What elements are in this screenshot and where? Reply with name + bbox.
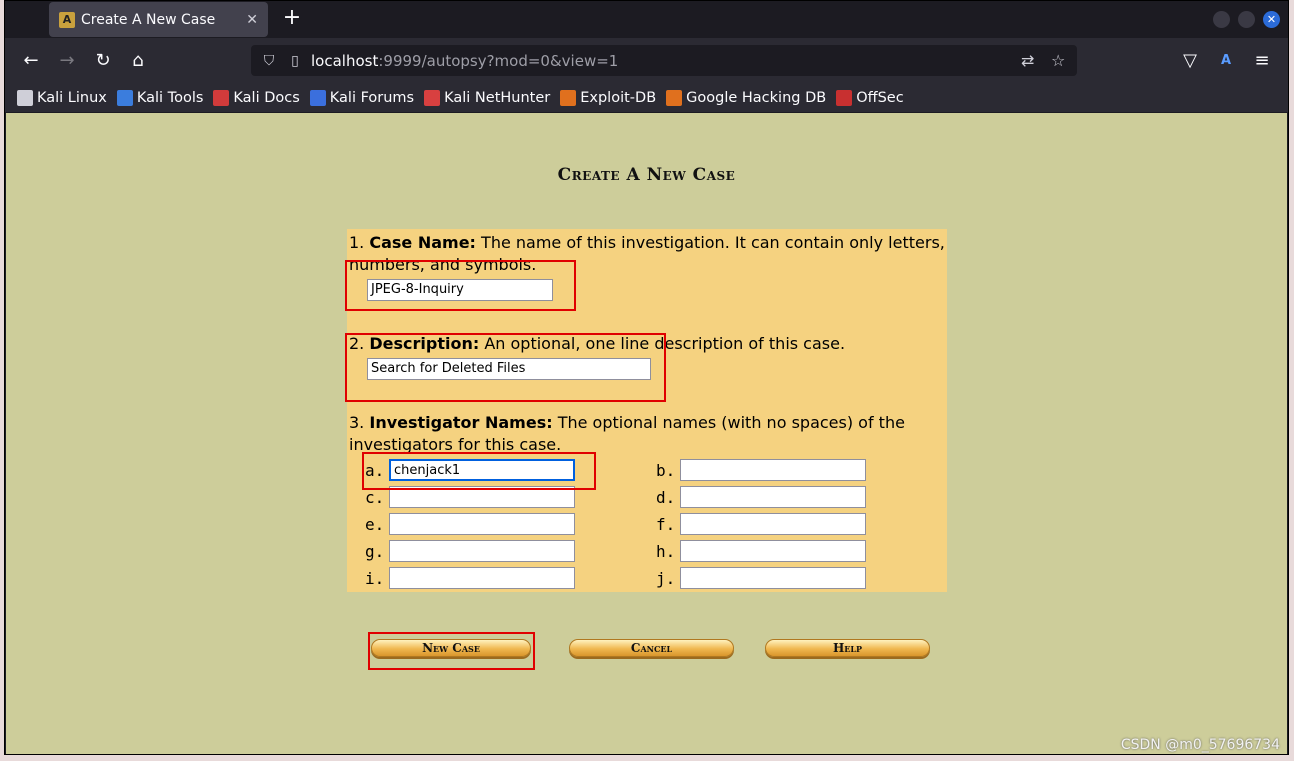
url-bar[interactable]: ⛉ ▯ localhost:9999/autopsy?mod=0&view=1 … (251, 45, 1077, 76)
case-name-label: Case Name: (369, 233, 476, 252)
bookmark-label: Kali Docs (233, 89, 300, 106)
tab-title: Create A New Case (81, 11, 216, 28)
back-arrow-icon[interactable]: ← (19, 49, 43, 73)
description-highlight-box (345, 333, 666, 402)
window-close-button[interactable]: ✕ (1263, 11, 1280, 28)
minimize-button[interactable] (1213, 11, 1230, 28)
bookmark-label: Kali Linux (37, 89, 107, 106)
investigator-input[interactable] (680, 459, 866, 481)
bookmark-item[interactable]: Kali Docs (213, 89, 300, 106)
help-button[interactable]: Help (765, 639, 930, 657)
translate-extension-icon[interactable]: A (1214, 49, 1238, 73)
url-path: :9999/autopsy?mod=0&view=1 (378, 51, 619, 70)
bookmarks-toolbar: Kali Linux Kali Tools Kali Docs Kali Forums… (5, 83, 1288, 112)
investigator-highlight-box (362, 452, 596, 490)
bookmark-item[interactable]: Kali Linux (17, 89, 107, 106)
case-name-highlight-box (345, 260, 576, 311)
home-icon[interactable]: ⌂ (126, 49, 150, 73)
investigator-input[interactable] (680, 486, 866, 508)
bookmark-label: Exploit-DB (580, 89, 657, 106)
forward-arrow-icon[interactable]: → (55, 49, 79, 73)
bookmark-item[interactable]: Google Hacking DB (666, 89, 827, 106)
tab-bar: A Create A New Case ✕ + ✕ (5, 1, 1288, 38)
exploit-db-icon (560, 89, 577, 106)
page-icon[interactable]: ▯ (285, 53, 305, 69)
offsec-icon (836, 89, 853, 106)
investigator-input[interactable] (680, 567, 866, 589)
tab-create-case[interactable]: A Create A New Case ✕ (49, 2, 268, 37)
autopsy-page: Create A New Case 1. Case Name: The name… (6, 113, 1287, 754)
kali-tools-icon (116, 89, 133, 106)
investigator-letter-label: c. (365, 488, 385, 507)
investigator-letter-label: j. (656, 569, 676, 588)
maximize-button[interactable] (1238, 11, 1255, 28)
investigator-letter-label: h. (656, 542, 676, 561)
navigation-bar: ← → ↻ ⌂ ⛉ ▯ localhost:9999/autopsy?mod=0… (5, 38, 1288, 83)
investigator-letter-label: d. (656, 488, 676, 507)
investigator-input[interactable] (680, 540, 866, 562)
bookmark-item[interactable]: Kali Forums (309, 89, 415, 106)
bookmark-star-icon[interactable]: ☆ (1051, 51, 1065, 70)
cancel-button[interactable]: Cancel (569, 639, 734, 657)
investigator-input[interactable] (389, 567, 575, 589)
translate-icon[interactable]: ⇄ (1021, 51, 1034, 70)
kali-forums-icon (309, 89, 326, 106)
tab-close-icon[interactable]: ✕ (246, 12, 258, 28)
reload-icon[interactable]: ↻ (91, 49, 115, 73)
bookmark-label: Kali NetHunter (444, 89, 551, 106)
kali-dragon-icon (17, 89, 33, 106)
watermark: CSDN @m0_57696734 (1120, 737, 1280, 753)
kali-docs-icon (213, 89, 230, 106)
investigator-letter-label: g. (365, 542, 385, 561)
url-host: localhost (311, 51, 379, 70)
investigator-letter-label: f. (656, 515, 676, 534)
investigator-input[interactable] (389, 540, 575, 562)
browser-window: A Create A New Case ✕ + ✕ ← → ↻ ⌂ ⛉ ▯ lo… (4, 0, 1289, 755)
bookmark-item[interactable]: Exploit-DB (560, 89, 657, 106)
bookmark-label: OffSec (856, 89, 904, 106)
new-tab-button[interactable]: + (279, 6, 305, 32)
page-title: Create A New Case (557, 165, 736, 185)
bookmark-label: Kali Tools (136, 89, 204, 106)
investigator-letter-label: b. (656, 461, 676, 480)
bookmark-item[interactable]: OffSec (836, 89, 904, 106)
bookmark-label: Kali Forums (329, 89, 415, 106)
investigator-input[interactable] (680, 513, 866, 535)
shield-icon[interactable]: ⛉ (259, 53, 279, 69)
investigator-input[interactable] (389, 513, 575, 535)
investigator-instructions: 3. Investigator Names: The optional name… (349, 413, 905, 454)
bookmark-item[interactable]: Kali Tools (116, 89, 204, 106)
ghdb-icon (666, 89, 683, 106)
menu-icon[interactable]: ≡ (1250, 49, 1274, 73)
pocket-icon[interactable]: ▽ (1178, 49, 1202, 73)
bookmark-label: Google Hacking DB (686, 89, 827, 106)
investigator-label: Investigator Names: (369, 413, 553, 432)
investigator-letter-label: e. (365, 515, 385, 534)
investigator-letter-label: i. (365, 569, 385, 588)
kali-nethunter-icon (424, 89, 441, 106)
autopsy-favicon-icon: A (59, 11, 75, 28)
new-case-button[interactable]: New Case (371, 639, 531, 657)
bookmark-item[interactable]: Kali NetHunter (424, 89, 551, 106)
